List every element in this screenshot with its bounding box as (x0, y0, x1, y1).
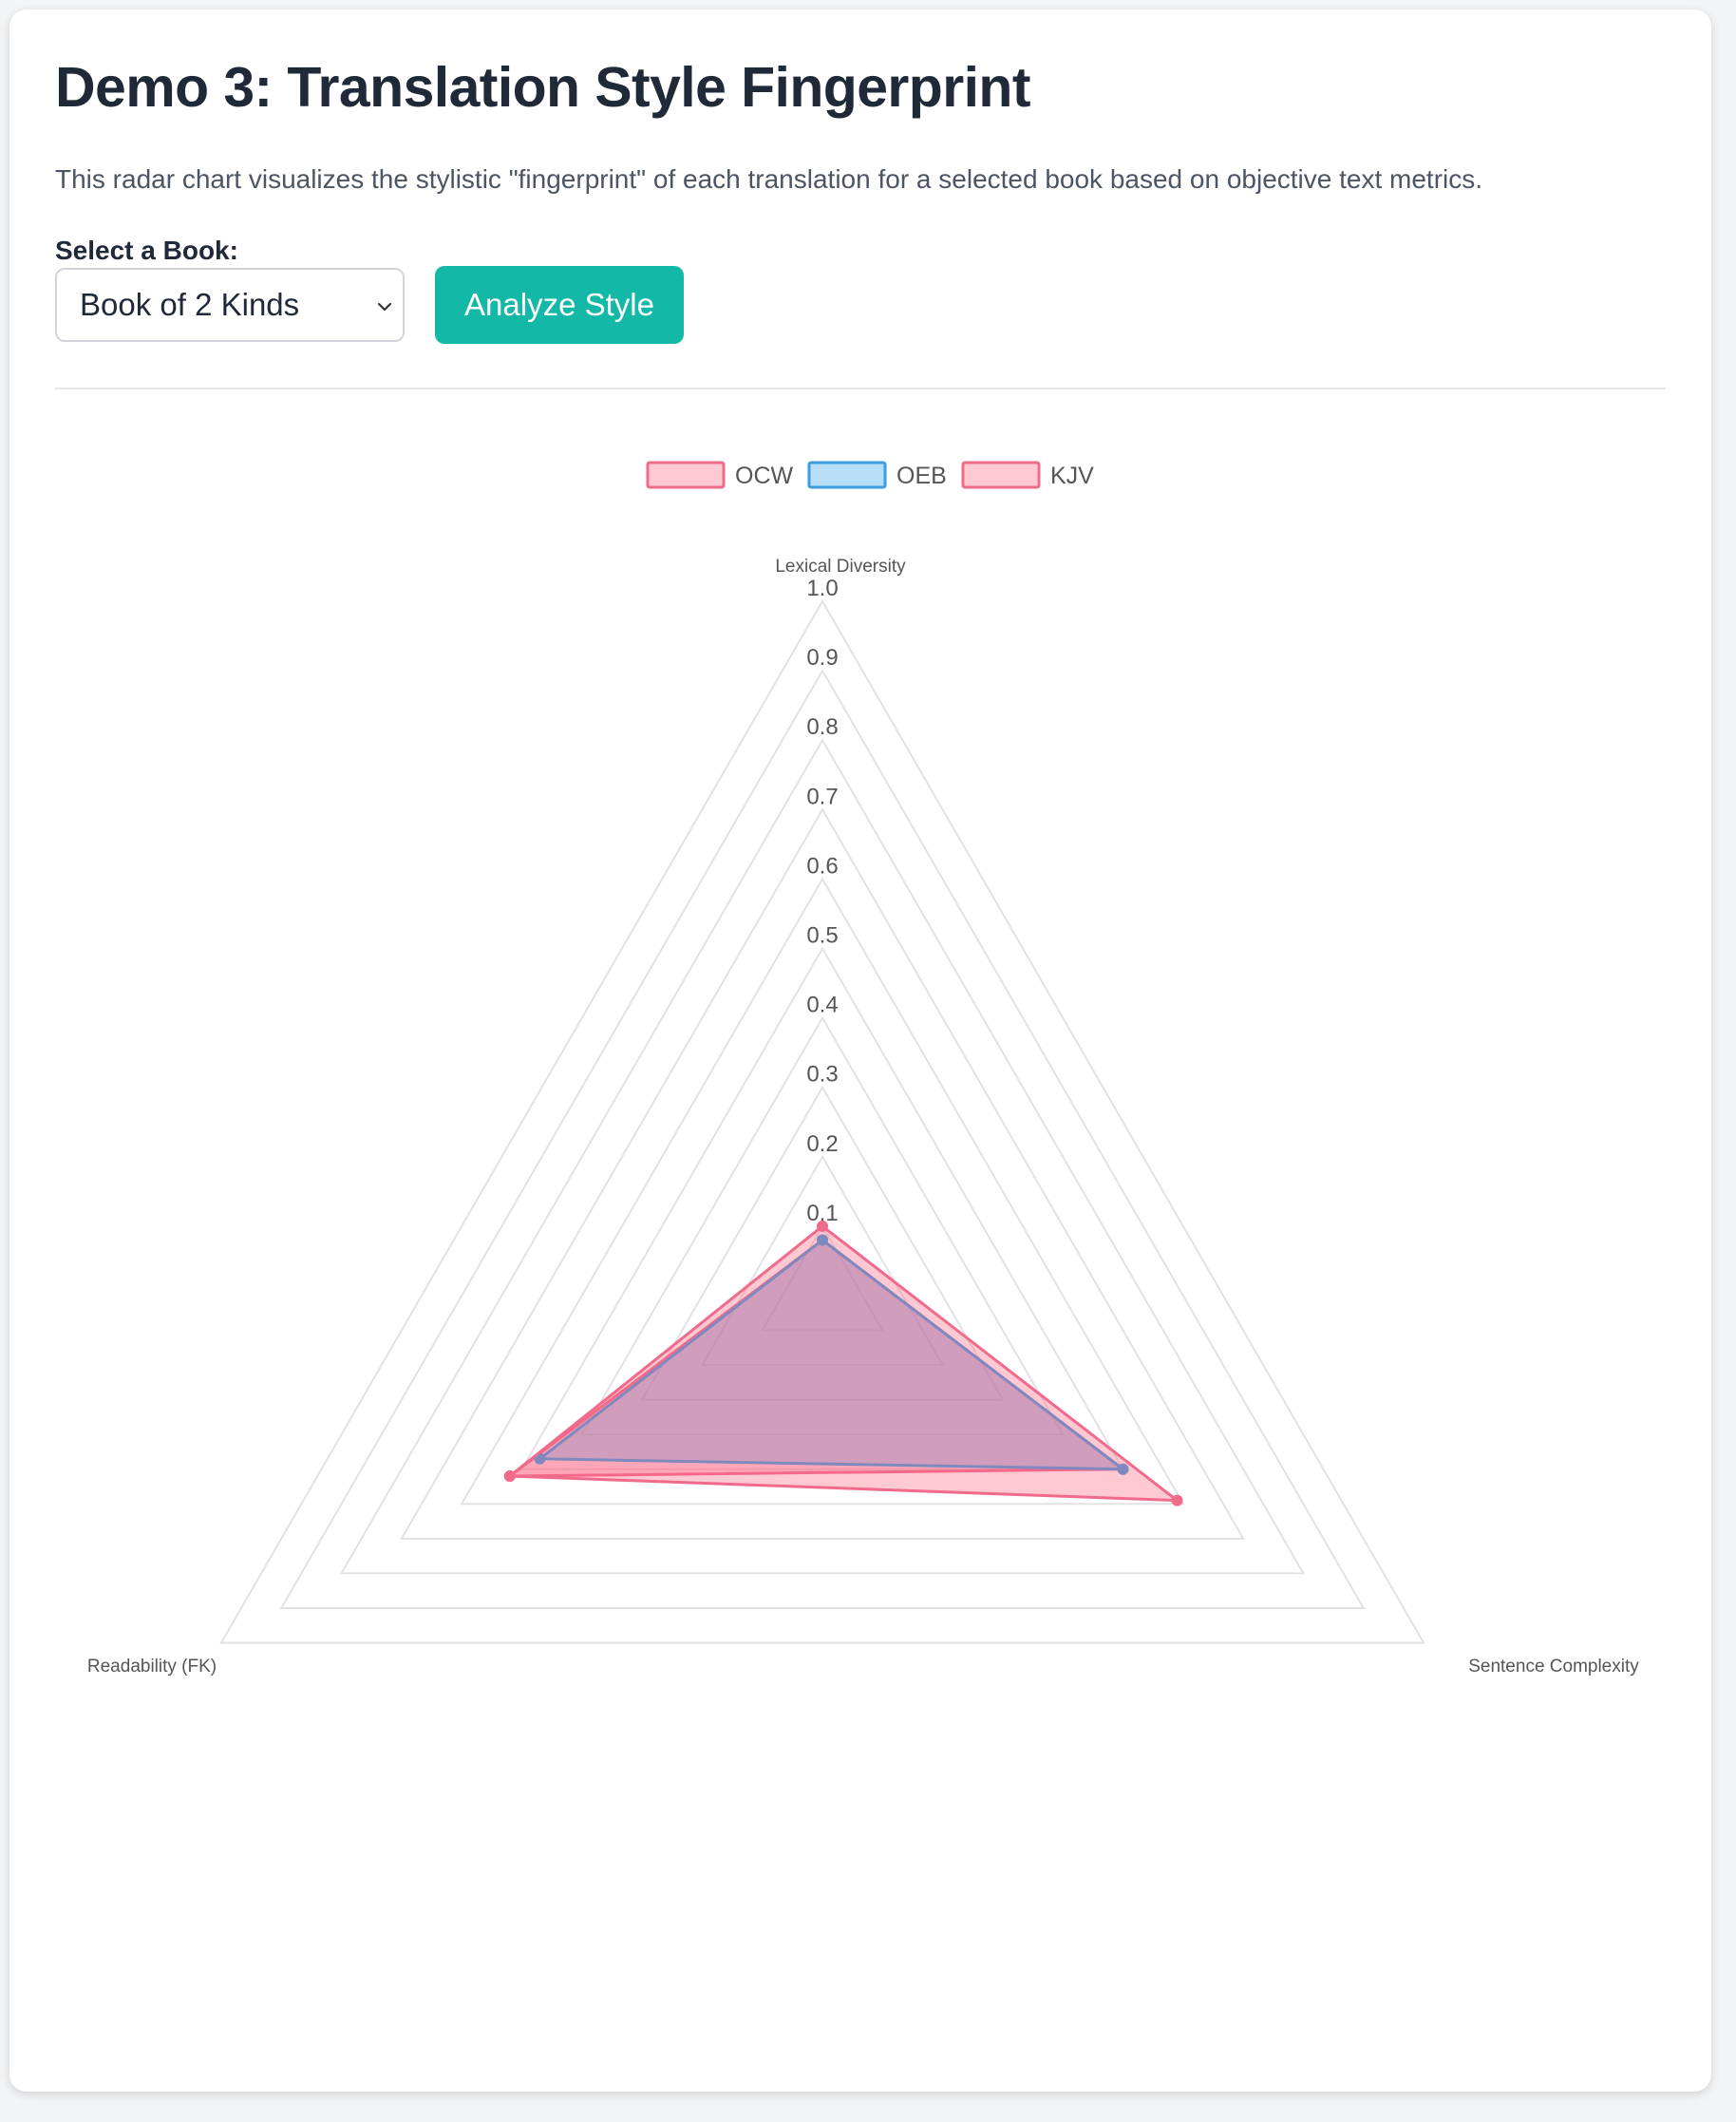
tick-label-0-1: 0.1 (806, 1201, 838, 1226)
radar-series (503, 1220, 1183, 1506)
tick-label-0-4: 0.4 (806, 993, 838, 1018)
legend-swatch-kjv (961, 461, 1041, 489)
series-kjv-point-3 (503, 1470, 516, 1483)
radar-axis-labels: Lexical Diversity Sentence Complexity Read… (87, 557, 1639, 1677)
demo-card: Demo 3: Translation Style Fingerprint Th… (9, 9, 1711, 2092)
axis-label-sentence-complexity: Sentence Complexity (1468, 1657, 1639, 1677)
legend-label-kjv: KJV (1050, 463, 1094, 489)
tick-label-0-6: 0.6 (806, 853, 838, 879)
series-kjv-area (508, 1224, 1179, 1503)
tick-label-0-3: 0.3 (806, 1062, 838, 1088)
tick-label-0-8: 0.8 (806, 714, 838, 740)
radar-ticks: 0.1 0.2 0.3 0.4 0.5 0.6 0.7 0.8 0.9 1.0 (806, 576, 838, 1226)
legend-swatch-oeb (807, 461, 887, 489)
chart-legend: OCW OEB KJV (646, 461, 1094, 489)
legend-label-oeb: OEB (896, 463, 947, 489)
tick-label-0-7: 0.7 (806, 784, 838, 809)
legend-swatch-ocw (646, 461, 726, 489)
series-kjv-point-2 (1171, 1494, 1183, 1506)
tick-label-0-9: 0.9 (806, 645, 838, 671)
tick-label-1-0: 1.0 (806, 576, 838, 601)
tick-label-0-2: 0.2 (806, 1131, 838, 1157)
legend-label-ocw: OCW (735, 463, 794, 489)
tick-label-0-5: 0.5 (806, 923, 838, 949)
radar-chart: OCW OEB KJV 0.1 0.2 0.3 0.4 0.5 0.6 0.7 0.8 0.9 1.0… (87, 461, 1639, 1677)
axis-label-readability-fk: Readability (FK) (87, 1657, 217, 1677)
axis-label-lexical-diversity: Lexical Diversity (775, 557, 906, 577)
